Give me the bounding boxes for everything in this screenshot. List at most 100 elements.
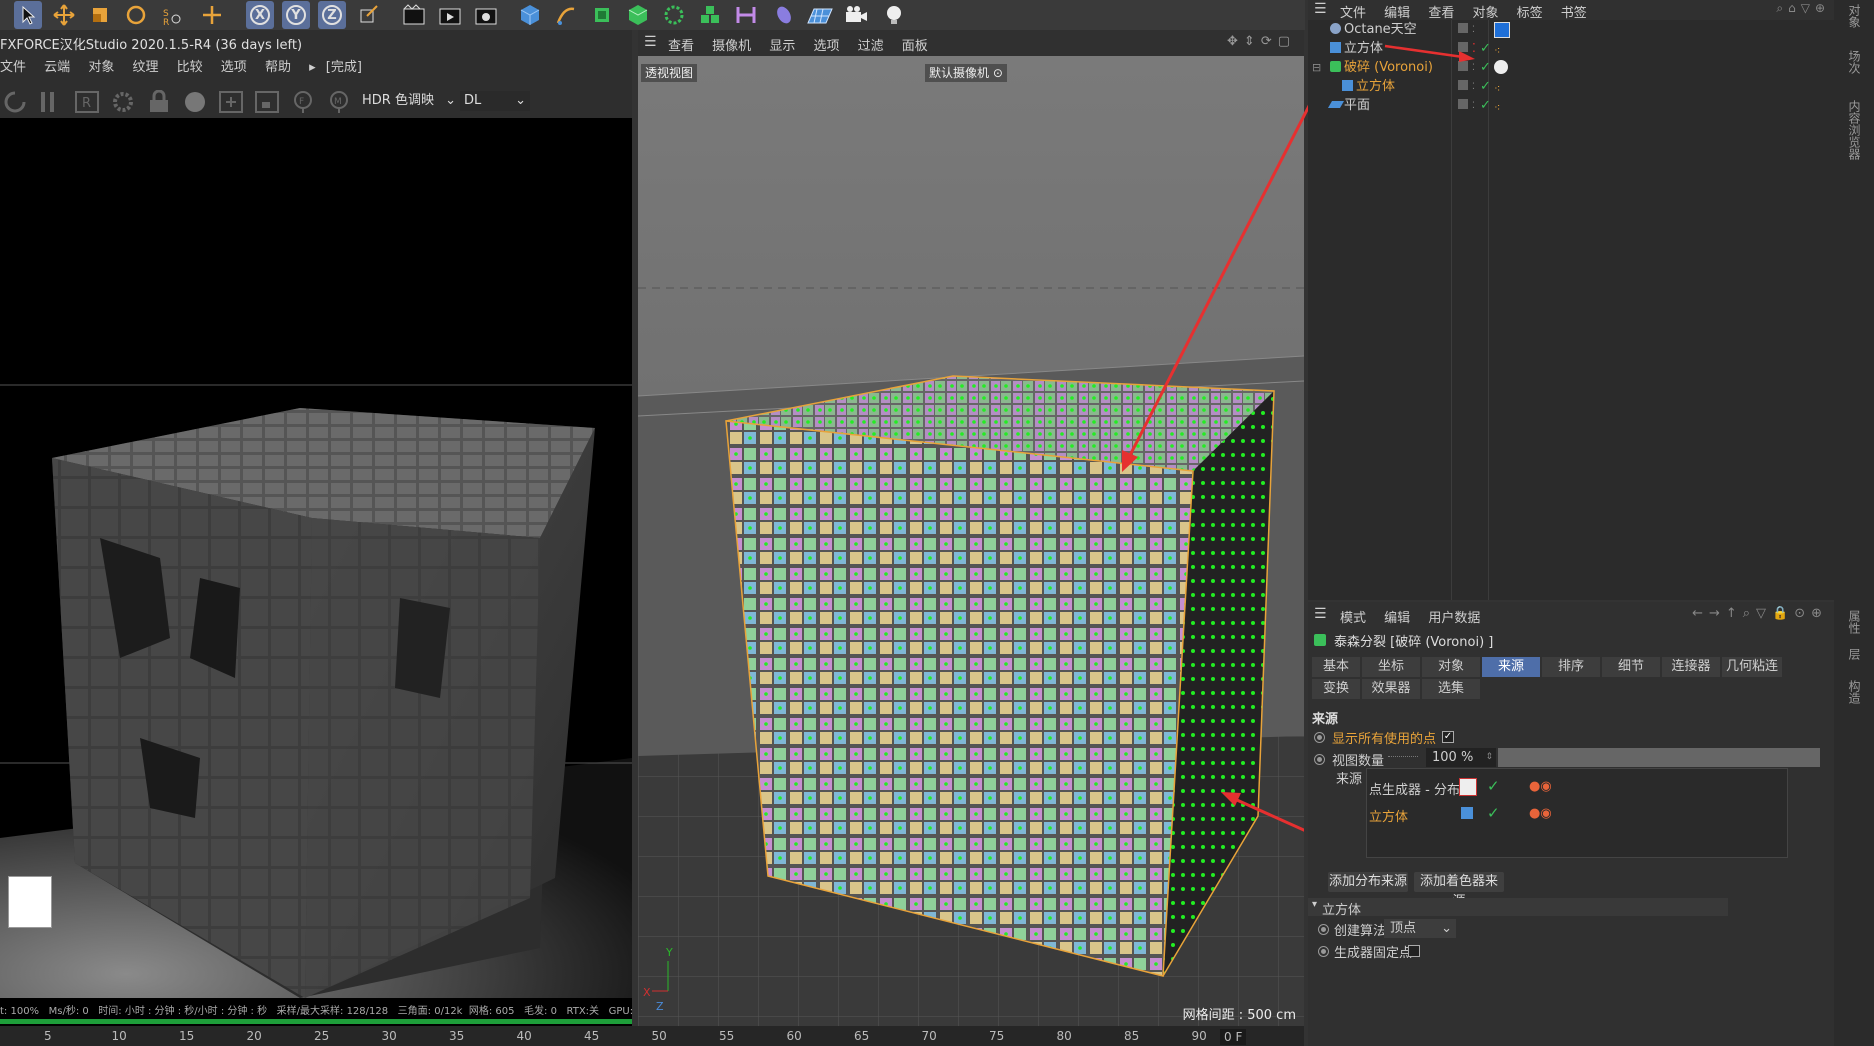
source-item-point-generator[interactable]: 点生成器 - 分布 ✓ ●◉ [1369, 777, 1779, 799]
sources-list[interactable]: 点生成器 - 分布 ✓ ●◉ 立方体 ✓ ●◉ [1366, 768, 1788, 858]
viewport-menu-view[interactable]: 查看 [668, 39, 694, 54]
viewport-menu-panel[interactable]: 面板 [902, 39, 928, 54]
keyframe-radio[interactable] [1318, 924, 1329, 935]
viewport-menu-filter[interactable]: 过滤 [858, 39, 884, 54]
visibility-dots-icon[interactable]: ⁚ [1472, 21, 1475, 40]
tab-effectors[interactable]: 效果器 [1362, 679, 1420, 699]
tab-sources[interactable]: 来源 [1482, 657, 1540, 677]
viewport-hamburger-icon[interactable]: ☰ [644, 34, 657, 50]
cloner-icon[interactable] [660, 1, 688, 29]
source-enabled-check-icon[interactable]: ✓ [1487, 804, 1500, 822]
edit-toggle-icon[interactable] [1458, 23, 1468, 33]
tag-dots-icon[interactable]: ⁖ [1494, 98, 1500, 117]
deformer-icon[interactable] [732, 1, 760, 29]
sidebar-tab-attributes[interactable]: 属性 [1846, 610, 1863, 634]
sidebar-tab-layers[interactable]: 层 [1846, 648, 1863, 660]
render-menu-file[interactable]: 文件 [0, 60, 26, 75]
om-menu-edit[interactable]: 编辑 [1384, 6, 1410, 21]
material-ball-icon[interactable] [182, 90, 208, 114]
viewport-nav-icons[interactable]: ✥⇕⟳▢ [1227, 34, 1296, 49]
octane-tag-icon[interactable] [1494, 22, 1510, 38]
viewport-amount-input[interactable]: 100 % ⇕ [1426, 748, 1496, 767]
render-view-icon[interactable] [400, 1, 428, 29]
edit-toggle-icon[interactable] [1458, 80, 1468, 90]
om-menu-file[interactable]: 文件 [1340, 6, 1366, 21]
add-shader-source-button[interactable]: 添加着色器来源 [1414, 872, 1504, 909]
tab-details[interactable]: 细节 [1602, 657, 1660, 677]
tab-basic[interactable]: 基本 [1312, 657, 1360, 677]
keyframe-radio[interactable] [1314, 732, 1325, 743]
creation-method-dropdown[interactable]: 顶点 ⌄ [1384, 919, 1456, 938]
y-axis-lock-icon[interactable]: Y [282, 1, 310, 29]
render-menu-texture[interactable]: 纹理 [132, 60, 158, 75]
show-all-points-checkbox[interactable]: ✓ [1442, 731, 1454, 743]
pick-focus-icon[interactable]: F [290, 90, 316, 114]
coordinate-system-icon[interactable] [354, 1, 382, 29]
settings-gear-icon[interactable] [110, 90, 136, 114]
sidebar-tab-structure[interactable]: 构造 [1846, 680, 1863, 704]
hdr-tonemap-dropdown[interactable]: HDR 色调映 ⌄ [362, 91, 456, 111]
z-axis-lock-icon[interactable]: Z [318, 1, 346, 29]
spinner-icon[interactable]: ⇕ [1485, 748, 1493, 767]
select-tool-icon[interactable] [14, 1, 42, 29]
view-name-label[interactable]: 透视视图 [641, 64, 698, 82]
om-toolbar-icons[interactable]: ⌕⌂▽⊕ [1776, 1, 1830, 16]
visibility-eye-icon[interactable]: ●◉ [1529, 779, 1552, 794]
source-item-cube[interactable]: 立方体 ✓ ●◉ [1369, 804, 1779, 826]
tab-connector[interactable]: 连接器 [1662, 657, 1720, 677]
object-row-child-cube[interactable]: 立方体 ⁚ ✓ ⁖ [1308, 77, 1834, 96]
light-icon[interactable] [880, 1, 908, 29]
tab-selections[interactable]: 选集 [1422, 679, 1480, 699]
render-settings-icon[interactable] [472, 1, 500, 29]
refresh-icon[interactable] [2, 90, 28, 114]
tab-coord[interactable]: 坐标 [1362, 657, 1420, 677]
object-row-plane[interactable]: 平面 ⁚ ✓ ⁖ [1308, 96, 1834, 115]
tab-transform[interactable]: 变换 [1312, 679, 1360, 699]
keyframe-radio[interactable] [1318, 946, 1329, 957]
lock-icon[interactable] [146, 90, 172, 114]
attr-menu-mode[interactable]: 模式 [1340, 611, 1366, 626]
om-menu-object[interactable]: 对象 [1472, 6, 1498, 21]
add-distribution-source-button[interactable]: 添加分布来源 [1328, 872, 1408, 892]
mograph-icon[interactable] [696, 1, 724, 29]
viewport-menu-options[interactable]: 选项 [813, 39, 839, 54]
render-menu-options[interactable]: 选项 [221, 60, 247, 75]
region-render-icon[interactable]: R [74, 90, 100, 114]
om-menu-tags[interactable]: 标签 [1517, 6, 1543, 21]
attr-hamburger-icon[interactable]: ☰ [1314, 606, 1327, 622]
rotate-tool-icon[interactable] [122, 1, 150, 29]
attr-menu-edit[interactable]: 编辑 [1384, 611, 1410, 626]
add-tool-icon[interactable] [198, 1, 226, 29]
perspective-viewport[interactable]: Y X Z 透视视图 默认摄像机 ⊙ 网格间距 : 500 cm [638, 56, 1304, 1026]
pause-icon[interactable] [38, 90, 58, 114]
camera-name-label[interactable]: 默认摄像机 ⊙ [925, 64, 1007, 82]
material-tag-icon[interactable] [1494, 60, 1508, 74]
visibility-dots-icon[interactable]: ⁚ [1472, 97, 1475, 116]
render-menu-cloud[interactable]: 云端 [44, 60, 70, 75]
sidebar-tab-objects[interactable]: 对象 [1846, 4, 1863, 28]
camera-icon[interactable] [842, 1, 870, 29]
tab-sorting[interactable]: 排序 [1542, 657, 1600, 677]
recent-tool-icon[interactable]: SR [158, 1, 186, 29]
tab-geometry-glue[interactable]: 几何粘连 [1722, 657, 1782, 677]
current-frame[interactable]: 0 F [1220, 1029, 1247, 1045]
keyframe-radio[interactable] [1314, 754, 1325, 765]
kernel-dropdown[interactable]: DL ⌄ [460, 91, 530, 111]
subdivision-icon[interactable] [588, 1, 616, 29]
clay-mode-icon[interactable] [254, 90, 280, 114]
x-axis-lock-icon[interactable]: X [246, 1, 274, 29]
sidebar-tab-content-browser[interactable]: 内容浏览器 [1846, 100, 1863, 160]
attr-menu-userdata[interactable]: 用户数据 [1428, 611, 1480, 626]
viewport-amount-slider[interactable] [1498, 748, 1820, 767]
om-menu-bookmarks[interactable]: 书签 [1561, 6, 1587, 21]
move-tool-icon[interactable] [50, 1, 78, 29]
object-manager-hamburger-icon[interactable]: ☰ [1314, 1, 1327, 17]
source-enabled-check-icon[interactable]: ✓ [1487, 777, 1500, 795]
om-menu-view[interactable]: 查看 [1428, 6, 1454, 21]
collapse-icon[interactable]: ⊟ [1312, 58, 1321, 77]
viewport-menu-camera[interactable]: 摄像机 [712, 39, 751, 54]
field-icon[interactable] [770, 1, 798, 29]
pick-material-icon[interactable]: M [326, 90, 352, 114]
enabled-check-icon[interactable]: ✓ [1480, 77, 1491, 96]
cube-primitive-icon[interactable] [516, 1, 544, 29]
